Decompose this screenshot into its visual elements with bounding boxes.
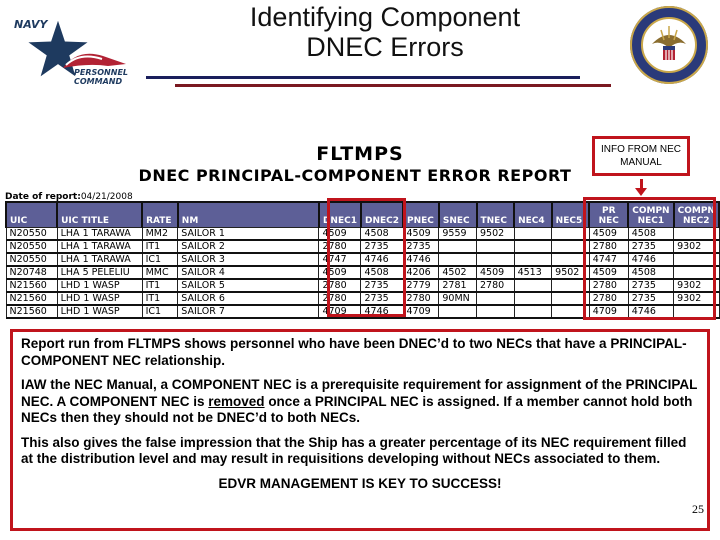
cell-uic-title: LHD 1 WASP [56, 291, 143, 306]
svg-text:COMMAND: COMMAND [74, 77, 122, 86]
cell-pnec: 2779 [402, 278, 440, 293]
underlined-word-removed: removed [208, 393, 265, 409]
slide-title: Identifying Component DNEC Errors [170, 2, 600, 62]
cell-snec: 90MN [438, 291, 477, 306]
key-message: EDVR MANAGEMENT IS KEY TO SUCCESS! [218, 475, 502, 491]
cell-uic: N20550 [5, 227, 58, 241]
cell-uic: N21560 [5, 291, 58, 306]
title-line-2: DNEC Errors [306, 32, 464, 62]
cell-nec4 [513, 227, 553, 241]
cell-nm: SAILOR 5 [177, 278, 320, 293]
callout-line-2: MANUAL [620, 157, 662, 168]
title-rule-red [175, 84, 611, 87]
cell-rate: IC1 [141, 304, 179, 319]
cell-pnec: 2735 [402, 239, 440, 254]
column-header-uic-title: UIC TITLE [56, 201, 144, 228]
cell-uic-title: LHA 1 TARAWA [56, 239, 143, 254]
column-header-rate: RATE [141, 201, 179, 228]
cell-tnec [476, 304, 515, 319]
us-navy-seal-icon [628, 4, 710, 86]
cell-nm: SAILOR 6 [177, 291, 320, 306]
cell-nm: SAILOR 1 [177, 227, 320, 241]
cell-uic: N20550 [5, 239, 58, 254]
explanation-box: Report run from FLTMPS shows personnel w… [10, 329, 710, 531]
cell-uic-title: LHD 1 WASP [56, 278, 143, 293]
column-header-nec4: NEC4 [513, 201, 553, 228]
cell-snec [438, 239, 477, 254]
cell-uic-title: LHA 1 TARAWA [56, 227, 143, 241]
cell-snec: 9559 [438, 227, 477, 241]
column-header-snec: SNEC [437, 201, 478, 228]
navy-personnel-command-logo-icon: NAVY PERSONNEL COMMAND [8, 8, 128, 86]
cell-snec: 2781 [438, 278, 477, 293]
svg-text:PERSONNEL: PERSONNEL [74, 68, 128, 77]
cell-uic: N21560 [5, 304, 58, 319]
cell-pnec: 4709 [402, 304, 440, 319]
cell-nec4 [513, 304, 553, 319]
cell-nec4 [513, 252, 553, 267]
cell-rate: MM2 [141, 227, 179, 241]
cell-tnec [476, 291, 515, 306]
explanation-paragraph-1: Report run from FLTMPS shows personnel w… [21, 336, 687, 368]
cell-uic: N20748 [5, 265, 58, 280]
svg-text:NAVY: NAVY [14, 18, 48, 31]
page-number: 25 [692, 502, 704, 516]
column-header-pnec: PNEC [402, 201, 440, 228]
cell-rate: MMC [141, 265, 179, 280]
cell-rate: IT1 [141, 291, 179, 306]
callout-line-1: INFO FROM NEC [601, 144, 681, 155]
explanation-paragraph-3: This also gives the false impression tha… [21, 434, 687, 467]
cell-tnec [476, 252, 515, 267]
cell-uic-title: LHA 5 PELELIU [56, 265, 143, 280]
dnec-columns-highlight [327, 198, 406, 317]
column-header-nm: NM [176, 201, 320, 228]
cell-nec4 [513, 278, 553, 293]
cell-nec4: 4513 [513, 265, 553, 280]
cell-nec4 [513, 239, 553, 254]
cell-rate: IT1 [141, 278, 179, 293]
cell-snec [438, 304, 477, 319]
cell-snec: 4502 [438, 265, 477, 280]
callout-arrow-down-icon [635, 188, 647, 196]
cell-nm: SAILOR 4 [177, 265, 320, 280]
cell-pnec: 4206 [402, 265, 440, 280]
explanation-paragraph-2: IAW the NEC Manual, a COMPONENT NEC is a… [21, 377, 699, 427]
cell-uic-title: LHA 1 TARAWA [56, 252, 143, 267]
cell-nm: SAILOR 3 [177, 252, 320, 267]
title-line-1: Identifying Component [249, 2, 521, 32]
cell-uic: N20550 [5, 252, 58, 267]
report-title: DNEC PRINCIPAL-COMPONENT ERROR REPORT [138, 166, 572, 185]
cell-tnec [476, 239, 515, 254]
report-system-name: FLTMPS [316, 143, 404, 165]
cell-tnec: 4509 [476, 265, 515, 280]
column-header-tnec: TNEC [475, 201, 516, 228]
cell-nm: SAILOR 2 [177, 239, 320, 254]
nec-manual-callout: INFO FROM NEC MANUAL [592, 136, 690, 176]
nec-manual-columns-highlight [583, 197, 716, 320]
cell-pnec: 4509 [402, 227, 440, 241]
cell-uic-title: LHD 1 WASP [56, 304, 143, 319]
cell-tnec: 2780 [476, 278, 515, 293]
cell-rate: IC1 [141, 252, 179, 267]
cell-pnec: 2780 [402, 291, 440, 306]
cell-nm: SAILOR 7 [177, 304, 320, 319]
cell-tnec: 9502 [476, 227, 515, 241]
cell-uic: N21560 [5, 278, 58, 293]
cell-pnec: 4746 [402, 252, 440, 267]
cell-nec4 [513, 291, 553, 306]
cell-rate: IT1 [141, 239, 179, 254]
title-rule-blue [146, 76, 580, 79]
column-header-uic: UIC [4, 201, 59, 228]
cell-snec [438, 252, 477, 267]
